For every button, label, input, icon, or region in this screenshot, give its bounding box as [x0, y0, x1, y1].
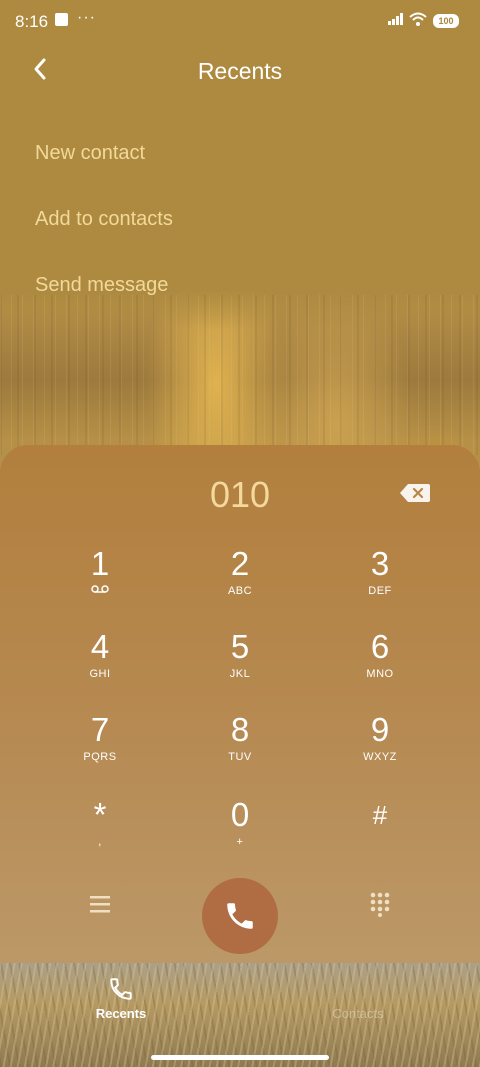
send-message-option[interactable]: Send message [35, 274, 168, 297]
key-letters: PQRS [83, 751, 117, 763]
battery-icon: 100 [433, 14, 459, 28]
key-6[interactable]: 6 MNO [320, 629, 440, 705]
key-0[interactable]: 0 + [180, 797, 300, 873]
key-digit: 8 [230, 711, 250, 748]
voicemail-icon [91, 585, 109, 593]
keypad-icon[interactable] [369, 891, 391, 917]
menu-icon[interactable] [89, 893, 111, 915]
key-digit: 2 [230, 545, 250, 582]
key-digit: # [372, 800, 388, 830]
key-letters: GHI [89, 668, 111, 680]
key-letters: JKL [229, 668, 251, 680]
call-button[interactable] [202, 878, 278, 954]
key-hash[interactable]: # [320, 797, 440, 873]
key-2[interactable]: 2 ABC [180, 546, 300, 622]
new-contact-option[interactable]: New contact [35, 142, 145, 165]
tab-contacts-label: Contacts [332, 1006, 384, 1021]
status-bar: 8:16 ··· 100 [0, 0, 480, 44]
key-letters: , [98, 836, 102, 848]
key-3[interactable]: 3 DEF [320, 546, 440, 622]
key-1[interactable]: 1 [40, 546, 160, 622]
key-letters: TUV [228, 751, 252, 763]
key-digit: * [93, 796, 107, 833]
phone-icon [227, 903, 253, 929]
key-8[interactable]: 8 TUV [180, 712, 300, 788]
key-4[interactable]: 4 GHI [40, 629, 160, 705]
more-notifications-icon: ··· [77, 9, 96, 26]
tab-recents[interactable]: Recents [61, 976, 181, 1021]
tab-recents-label: Recents [95, 1006, 147, 1021]
key-letters: ABC [227, 585, 253, 597]
key-9[interactable]: 9 WXYZ [320, 712, 440, 788]
page-title: Recents [197, 58, 283, 84]
key-letters: WXYZ [363, 751, 397, 763]
key-letters: + [236, 836, 244, 848]
backspace-icon[interactable] [399, 482, 431, 504]
signal-icon [388, 13, 403, 25]
key-digit: 1 [90, 545, 110, 582]
key-digit: 5 [230, 628, 250, 665]
key-digit: 6 [370, 628, 390, 665]
key-digit: 0 [230, 796, 250, 833]
key-letters: MNO [366, 668, 394, 680]
key-digit: 4 [90, 628, 110, 665]
home-indicator[interactable] [151, 1055, 329, 1060]
key-digit: 7 [90, 711, 110, 748]
status-time: 8:16 [15, 12, 49, 31]
key-7[interactable]: 7 PQRS [40, 712, 160, 788]
phone-icon [110, 978, 132, 1000]
key-digit: 3 [370, 545, 390, 582]
wifi-icon [409, 12, 427, 26]
tab-contacts[interactable]: Contacts [298, 1006, 418, 1021]
add-to-contacts-option[interactable]: Add to contacts [35, 208, 173, 231]
wallpaper-forest [0, 295, 480, 455]
key-letters: DEF [368, 585, 392, 597]
notification-icon [55, 13, 68, 26]
key-digit: 9 [370, 711, 390, 748]
key-5[interactable]: 5 JKL [180, 629, 300, 705]
key-star[interactable]: * , [40, 797, 160, 873]
